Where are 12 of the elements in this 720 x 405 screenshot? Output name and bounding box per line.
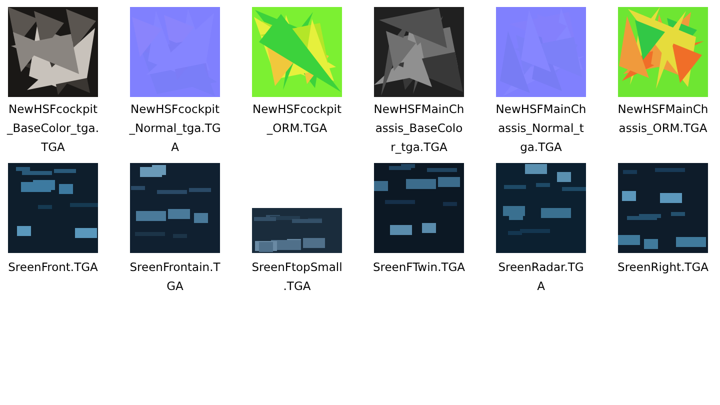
file-name[interactable]: SreenFTwin.TGA	[372, 258, 466, 277]
file-name[interactable]: NewHSFcockpit _BaseColor_tga. TGA	[6, 100, 100, 157]
file-name[interactable]: NewHSFMainCh assis_ORM.TGA	[618, 100, 708, 138]
file-name[interactable]: SreenRight.TGA	[618, 258, 708, 277]
file-name[interactable]: NewHSFcockpit _Normal_tga.TG A	[129, 100, 221, 157]
file-name[interactable]: NewHSFMainCh assis_Normal_t ga.TGA	[496, 100, 586, 157]
file-name[interactable]: SreenFrontain.T GA	[130, 258, 220, 296]
file-name[interactable]: SreenFront.TGA	[8, 258, 98, 277]
file-name[interactable]: SreenFtopSmall .TGA	[252, 258, 342, 296]
file-name[interactable]: SreenRadar.TG A	[498, 258, 584, 296]
file-name[interactable]: NewHSFcockpit _ORM.TGA	[252, 100, 342, 138]
file-name[interactable]: NewHSFMainCh assis_BaseColo r_tga.TGA	[374, 100, 464, 157]
